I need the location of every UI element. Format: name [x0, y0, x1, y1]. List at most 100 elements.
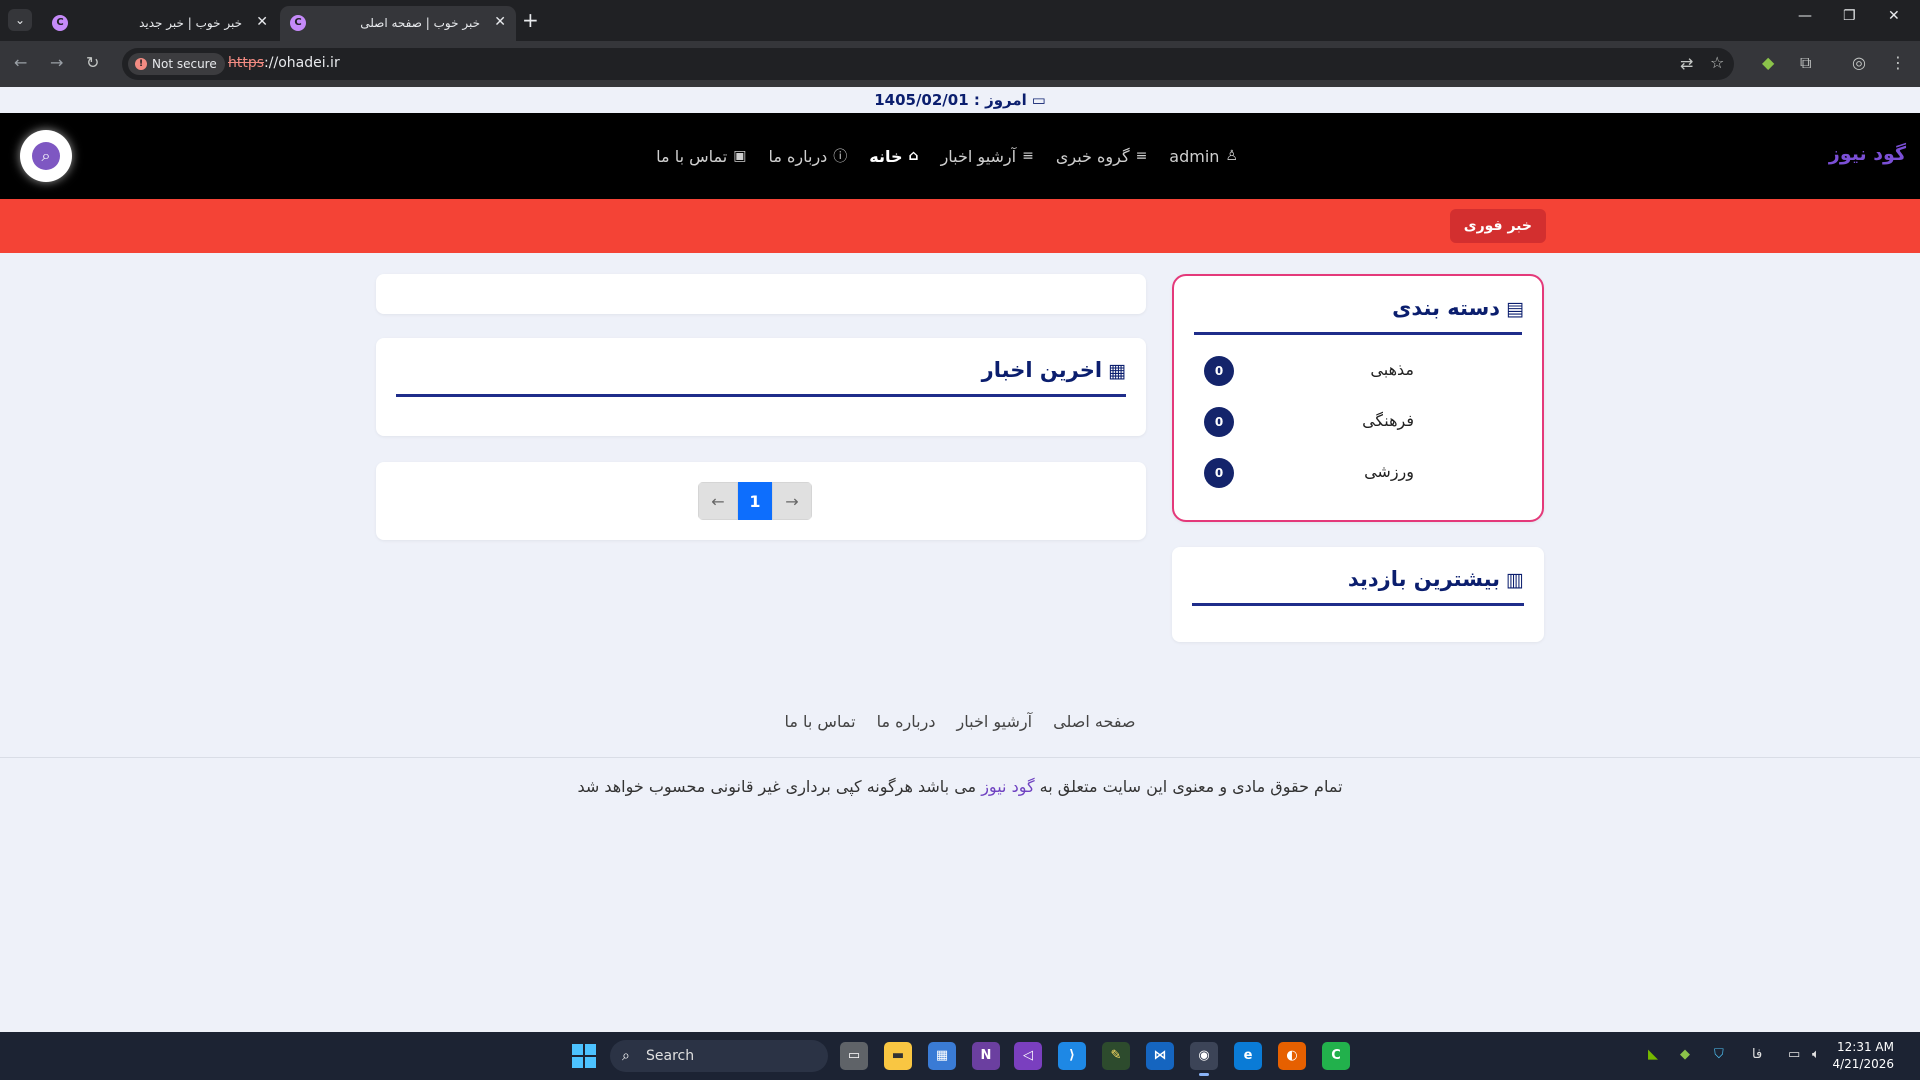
category-label: مذهبی	[1370, 360, 1414, 379]
category-item[interactable]: فرهنگی 0	[1194, 407, 1522, 437]
categories-title: ▤دسته بندی	[1392, 296, 1524, 320]
volume-icon[interactable]: 🔈︎	[1812, 1047, 1820, 1062]
back-arrow-icon[interactable]: ←	[14, 53, 27, 72]
security-badge[interactable]: ! Not secure	[128, 53, 225, 75]
taskbar-search-box[interactable]: ⌕ Search	[610, 1040, 828, 1072]
home-icon: ⌂	[908, 148, 919, 164]
security-shield-icon[interactable]: ⛉	[1714, 1047, 1724, 1062]
visual-studio-purple-icon[interactable]: N	[972, 1042, 1000, 1070]
vscode-icon[interactable]: ⟩	[1058, 1042, 1086, 1070]
url-scheme: https	[228, 55, 265, 71]
windows-start-icon[interactable]	[572, 1044, 596, 1068]
tab-search-dropdown-icon[interactable]: ⌄	[8, 9, 32, 31]
nav-item-label: admin	[1169, 146, 1220, 166]
footer-divider	[0, 757, 1920, 758]
restore-window-icon[interactable]: ❐	[1843, 8, 1856, 24]
today-date: امروز : 1405/02/01	[874, 91, 1027, 109]
camtasia-icon[interactable]: C	[1322, 1042, 1350, 1070]
nav-item-contact[interactable]: ▣ تماس با ما	[656, 146, 746, 166]
pagination-page-button[interactable]: 1	[738, 482, 772, 520]
pagination-next-button[interactable]: →	[772, 482, 812, 520]
latest-news-title-text: اخرین اخبار	[981, 358, 1103, 382]
browser-menu-icon[interactable]: ⋮	[1890, 53, 1906, 72]
category-count-badge: 0	[1204, 356, 1234, 386]
edge-icon[interactable]: e	[1234, 1042, 1262, 1070]
footer-link-contact[interactable]: تماس با ما	[784, 712, 855, 731]
categories-card: ▤دسته بندی مذهبی 0 فرهنگی 0 ورزشی 0	[1172, 274, 1544, 522]
info-icon: ⓘ	[833, 149, 848, 165]
tab-close-icon[interactable]: ✕	[256, 14, 268, 30]
nav-item-news-groups[interactable]: ≡ گروه خبری	[1056, 146, 1147, 166]
folder-stack-icon: ▤	[1506, 298, 1524, 320]
contact-card-icon: ▣	[733, 148, 747, 164]
most-visited-title-text: بیشترین بازدید	[1347, 567, 1501, 591]
copyright-brand-link[interactable]: گود نیوز	[981, 777, 1034, 796]
nav-item-about[interactable]: ⓘ درباره ما	[768, 146, 847, 166]
browser-toolbar: ← → ↻ ! Not secure https://ohadei.ir ⇄ ☆…	[0, 41, 1920, 87]
calendar-icon: ▭	[1026, 91, 1046, 109]
visual-studio-icon[interactable]: ◁	[1014, 1042, 1042, 1070]
category-item[interactable]: ورزشی 0	[1194, 458, 1522, 488]
site-header: گود نیوز ♙ admin ≡ گروه خبری ≡ آرشیو اخب…	[0, 113, 1920, 199]
browser-tab-news[interactable]: C خبر خوب | خبر جدید ✕	[42, 6, 278, 41]
url-host: ://ohadei.ir	[264, 55, 340, 71]
most-visited-card: ▥بیشترین بازدید	[1172, 547, 1544, 642]
category-label: ورزشی	[1364, 462, 1414, 481]
reload-icon[interactable]: ↻	[86, 53, 99, 72]
paint-tool-icon[interactable]: ✎	[1102, 1042, 1130, 1070]
extensions-puzzle-icon[interactable]: ⧉	[1800, 53, 1811, 73]
chrome-icon[interactable]: ◉	[1190, 1042, 1218, 1076]
xampp-icon[interactable]: ⋈	[1146, 1042, 1174, 1070]
nav-item-label: تماس با ما	[656, 146, 728, 166]
nav-item-admin[interactable]: ♙ admin	[1169, 146, 1238, 166]
nav-item-home[interactable]: ⌂ خانه	[869, 146, 918, 166]
nvidia-tray-icon[interactable]: ◣	[1648, 1047, 1658, 1062]
nav-item-archive[interactable]: ≡ آرشیو اخبار	[941, 146, 1034, 166]
tray-app-icon[interactable]: ◆	[1680, 1047, 1690, 1062]
site-logo[interactable]: گود نیوز	[1829, 143, 1906, 165]
title-underline	[1194, 332, 1522, 335]
file-explorer-icon[interactable]: ▬	[884, 1042, 912, 1070]
pagination: ← 1 →	[698, 482, 812, 520]
search-icon: ⌕	[32, 142, 60, 170]
system-clock[interactable]: 12:31 AM 4/21/2026	[1832, 1039, 1894, 1073]
copyright-suffix: می باشد هرگونه کپی برداری غیر قانونی محس…	[577, 777, 982, 796]
pagination-card: ← 1 →	[376, 462, 1146, 540]
new-tab-button[interactable]: +	[522, 8, 539, 32]
bookmark-star-icon[interactable]: ☆	[1710, 53, 1724, 72]
title-underline	[1192, 603, 1524, 606]
footer-link-about[interactable]: درباره ما	[877, 712, 936, 731]
main-nav: ♙ admin ≡ گروه خبری ≡ آرشیو اخبار ⌂ خانه…	[656, 146, 1238, 166]
breaking-news-badge: خبر فوری	[1449, 209, 1546, 243]
task-view-icon[interactable]: ▭	[840, 1042, 868, 1070]
input-language-indicator[interactable]: فا	[1752, 1047, 1762, 1062]
browser-tab-strip: ⌄ C خبر خوب | خبر جدید ✕ C خبر خوب | صفح…	[0, 0, 1920, 41]
extension-icon[interactable]: ◆	[1762, 53, 1774, 72]
warning-icon: !	[135, 58, 147, 70]
close-window-icon[interactable]: ✕	[1888, 8, 1900, 24]
nav-item-label: آرشیو اخبار	[940, 146, 1017, 166]
nav-item-label: درباره ما	[768, 146, 828, 166]
footer-link-home[interactable]: صفحه اصلی	[1053, 712, 1135, 731]
nav-item-label: خانه	[869, 146, 903, 166]
tab-title: خبر خوب | خبر جدید	[139, 16, 242, 30]
pagination-prev-button[interactable]: ←	[698, 482, 738, 520]
copyright-prefix: تمام حقوق مادی و معنوی این سایت متعلق به	[1034, 777, 1343, 796]
network-icon[interactable]: ▭	[1788, 1047, 1800, 1062]
firefox-icon[interactable]: ◐	[1278, 1042, 1306, 1070]
tab-close-icon[interactable]: ✕	[494, 14, 506, 30]
forward-arrow-icon[interactable]: →	[50, 53, 63, 72]
taskbar-search-placeholder: Search	[646, 1048, 695, 1064]
url-text[interactable]: https://ohadei.ir	[228, 55, 340, 71]
category-item[interactable]: مذهبی 0	[1194, 356, 1522, 386]
profile-icon[interactable]: ◎	[1852, 53, 1866, 72]
footer-link-archive[interactable]: آرشیو اخبار	[957, 712, 1033, 731]
latest-news-title: ▦اخرین اخبار	[982, 358, 1126, 382]
search-button[interactable]: ⌕	[20, 130, 72, 182]
minimize-window-icon[interactable]: —	[1798, 8, 1812, 24]
clock-date: 4/21/2026	[1832, 1057, 1894, 1071]
browser-tab-home[interactable]: C خبر خوب | صفحه اصلی ✕	[280, 6, 516, 41]
microsoft-store-icon[interactable]: ▦	[928, 1042, 956, 1070]
translate-icon[interactable]: ⇄	[1680, 54, 1693, 73]
address-bar[interactable]: ! Not secure https://ohadei.ir ⇄ ☆	[122, 48, 1734, 80]
